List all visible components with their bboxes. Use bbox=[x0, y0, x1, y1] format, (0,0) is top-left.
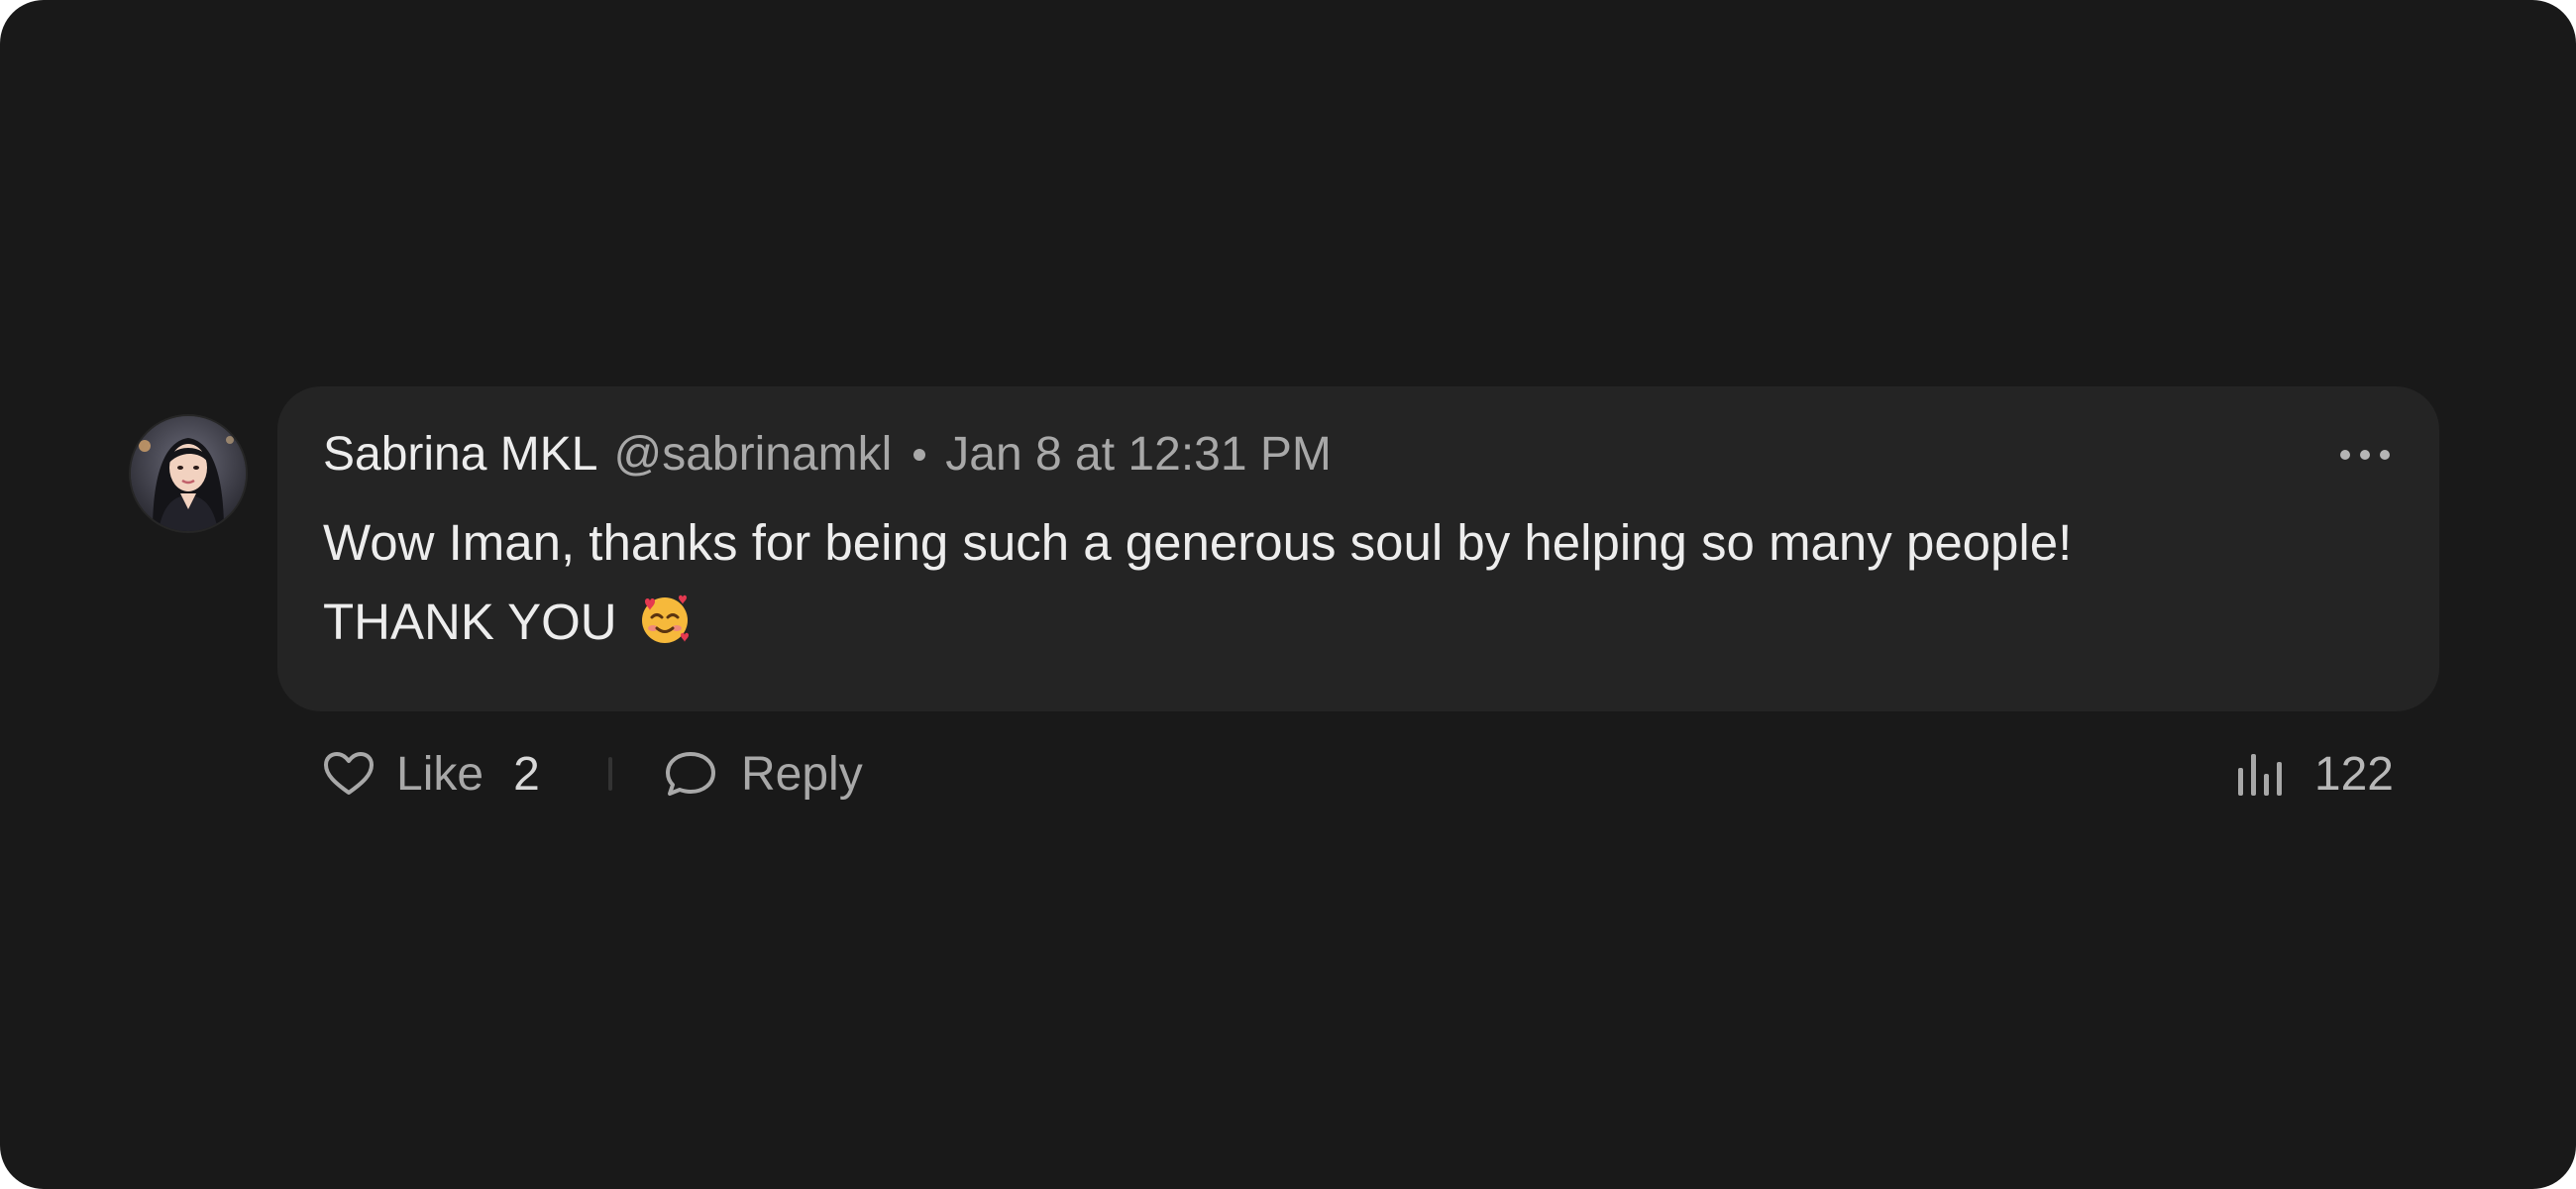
author-handle[interactable]: @sabrinamkl bbox=[613, 422, 892, 487]
avatar[interactable] bbox=[131, 416, 246, 531]
comment-text: Wow Iman, thanks for being such a genero… bbox=[323, 503, 2384, 662]
speech-bubble-icon bbox=[666, 752, 715, 796]
comment-meta: Sabrina MKL @sabrinamkl Jan 8 at 12:31 P… bbox=[323, 422, 1332, 487]
comment-bubble: Sabrina MKL @sabrinamkl Jan 8 at 12:31 P… bbox=[277, 386, 2439, 711]
avatar-image bbox=[131, 416, 246, 531]
smiling-face-with-hearts-icon bbox=[637, 592, 693, 647]
more-dots-icon bbox=[2340, 450, 2390, 460]
action-divider bbox=[608, 757, 612, 791]
reply-label: Reply bbox=[741, 747, 863, 801]
author-name[interactable]: Sabrina MKL bbox=[323, 422, 597, 487]
separator-dot bbox=[913, 449, 926, 461]
reply-button[interactable]: Reply bbox=[664, 739, 863, 809]
like-button[interactable]: Like 2 bbox=[323, 739, 540, 809]
view-count: 122 bbox=[2235, 739, 2394, 809]
views-count: 122 bbox=[2313, 747, 2394, 801]
bar-chart-icon bbox=[2237, 754, 2282, 796]
like-label: Like bbox=[396, 747, 484, 801]
heart-icon bbox=[324, 752, 374, 795]
comment-card-screen: Sabrina MKL @sabrinamkl Jan 8 at 12:31 P… bbox=[0, 0, 2576, 1189]
comment-text-line1: Wow Iman, thanks for being such a genero… bbox=[323, 514, 2073, 571]
more-options-button[interactable] bbox=[2330, 430, 2400, 480]
timestamp[interactable]: Jan 8 at 12:31 PM bbox=[945, 422, 1332, 487]
comment-actions: Like 2 Reply 122 bbox=[323, 739, 2394, 809]
like-count[interactable]: 2 bbox=[513, 747, 540, 802]
comment-text-line2: THANK YOU bbox=[323, 594, 617, 650]
